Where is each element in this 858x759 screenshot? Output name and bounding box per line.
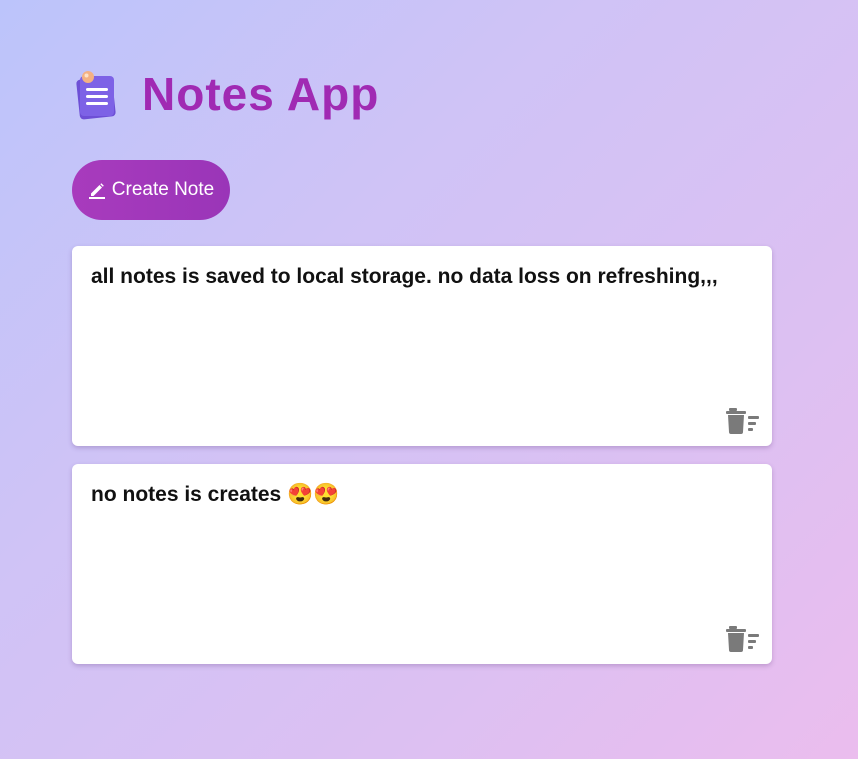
note-text[interactable]: all notes is saved to local storage. no … — [91, 264, 732, 290]
app-header: Notes App — [72, 66, 379, 122]
delete-icon[interactable] — [726, 408, 760, 434]
pencil-icon — [88, 183, 105, 199]
delete-icon[interactable] — [726, 626, 760, 652]
create-note-button[interactable]: Create Note — [72, 160, 230, 220]
notepad-icon — [76, 71, 116, 120]
note-card[interactable]: no notes is creates 😍😍 — [72, 464, 772, 664]
create-note-label: Create Note — [111, 179, 215, 200]
note-text[interactable]: no notes is creates 😍😍 — [91, 482, 732, 508]
note-card[interactable]: all notes is saved to local storage. no … — [72, 246, 772, 446]
page-title: Notes App — [142, 68, 380, 120]
